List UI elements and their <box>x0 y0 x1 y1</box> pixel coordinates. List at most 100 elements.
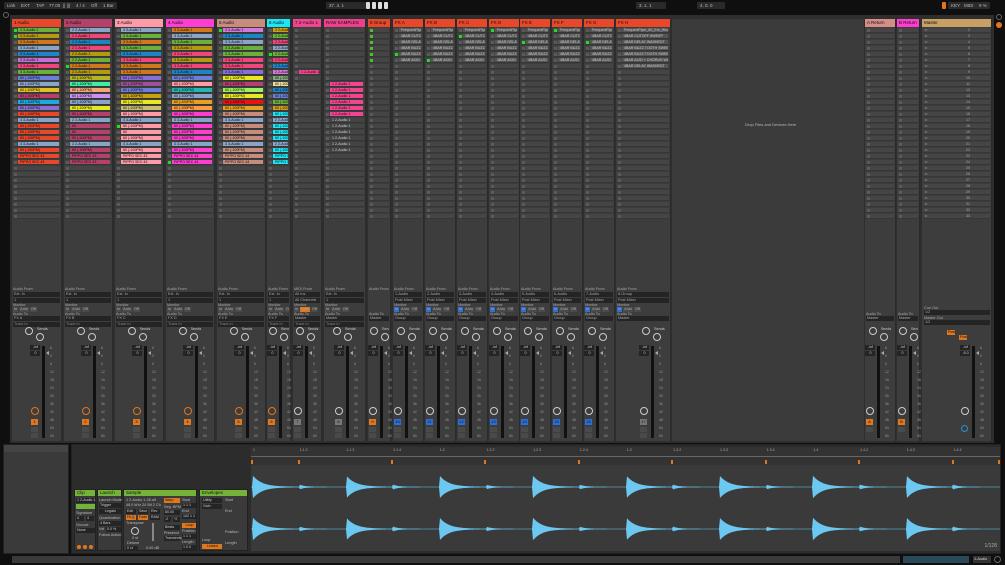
clip-slot[interactable] <box>294 52 320 58</box>
clip-slot[interactable] <box>458 124 486 130</box>
clip-slot[interactable] <box>325 52 364 58</box>
clip[interactable]: 1 2-Audio 1 <box>330 100 363 105</box>
clip[interactable]: 2 2-Audio 1 <box>70 40 110 45</box>
clip-stop-button[interactable] <box>899 137 902 140</box>
clip-stop-button[interactable] <box>370 143 373 146</box>
arm-button[interactable] <box>521 433 528 438</box>
clip[interactable]: 3 3-Audio 1 <box>121 58 161 63</box>
clip-slot[interactable] <box>369 94 389 100</box>
playing-indicator-icon[interactable] <box>459 35 462 38</box>
clip-slot[interactable]: 19 <box>923 130 990 136</box>
clip-slot[interactable]: 60 (-100PM) <box>167 94 213 100</box>
clip-slot[interactable] <box>521 118 549 124</box>
volume-fader-handle[interactable] <box>600 351 603 355</box>
volume-field[interactable]: -inf <box>393 345 403 350</box>
clip-slot[interactable]: 60 (-100PM) <box>13 76 60 82</box>
clip-slot[interactable] <box>521 166 549 172</box>
clip[interactable]: 3 3-Audio 1 <box>121 40 161 45</box>
clip-slot[interactable]: 3 3-Audio 1 <box>218 142 264 148</box>
clip-slot[interactable]: 4BAR BUZZ TOO <box>553 52 581 58</box>
volume-fader-handle[interactable] <box>536 351 539 355</box>
clip-slot[interactable] <box>898 106 918 112</box>
clip-stop-button[interactable] <box>491 89 494 92</box>
clip-slot[interactable] <box>521 136 549 142</box>
scene-launch-icon[interactable] <box>925 53 928 55</box>
arm-button[interactable] <box>640 433 647 438</box>
clip-stop-button[interactable] <box>295 101 298 104</box>
clip-stop-button[interactable] <box>326 125 329 128</box>
clip-stop-button[interactable] <box>168 215 171 218</box>
clip-slot[interactable]: 4BAR BUZZ TOO <box>553 46 581 52</box>
monitor-off-button[interactable]: Off <box>506 307 514 312</box>
clip-slot[interactable] <box>458 142 486 148</box>
monitor-in-button[interactable]: In <box>218 307 224 312</box>
clip-stop-button[interactable] <box>117 149 120 152</box>
clip-slot[interactable]: 1 2-Audio 1 <box>325 94 364 100</box>
clip-slot[interactable]: 15 <box>923 106 990 112</box>
track-activator-button[interactable]: 8 <box>335 419 342 425</box>
clip-slot[interactable] <box>585 88 613 94</box>
clip[interactable]: 2 2-Audio 1 <box>273 28 288 33</box>
clip-slot[interactable]: 3 3-Audio 1 <box>116 58 162 64</box>
clip-slot[interactable]: 3 3-Audio 1 <box>218 58 264 64</box>
clip[interactable]: 4BAR DELAY M <box>463 40 485 45</box>
clip-stop-button[interactable] <box>491 113 494 116</box>
clip-stop-button[interactable] <box>117 89 120 92</box>
clip[interactable]: 4BAR DELAY WASHEDT <box>622 64 668 69</box>
clip-slot[interactable]: 3 3-Audio 1 <box>13 70 60 76</box>
clip-slot[interactable]: 3 3-Audio 1 <box>116 142 162 148</box>
clip-slot[interactable]: 4BAR BUZZ TOO <box>490 46 518 52</box>
clip-slot[interactable] <box>369 82 389 88</box>
playing-indicator-icon[interactable] <box>219 29 222 32</box>
clip-slot[interactable] <box>490 178 518 184</box>
clip-stop-button[interactable] <box>295 53 298 56</box>
clip-stop-button[interactable] <box>459 83 462 86</box>
clip-slot[interactable] <box>521 70 549 76</box>
clip-slot[interactable]: 2 2-Audio 1 <box>268 40 289 46</box>
clip-stop-button[interactable] <box>370 203 373 206</box>
clip-stop-button[interactable] <box>219 71 222 74</box>
clip-slot[interactable] <box>553 190 581 196</box>
clip-slot[interactable]: 2 2-Audio 1 <box>65 142 111 148</box>
clip-slot[interactable] <box>866 142 894 148</box>
track-activator-button[interactable]: B <box>898 419 905 425</box>
clip-slot[interactable]: 2 2-Audio 1 <box>268 58 289 64</box>
clip-slot[interactable] <box>426 76 454 82</box>
clip-stop-button[interactable] <box>522 197 525 200</box>
clip-slot[interactable]: 2 <box>923 28 990 34</box>
clip-stop-button[interactable] <box>427 185 430 188</box>
audio-to-select[interactable]: Master <box>617 316 669 321</box>
clip-slot[interactable] <box>521 94 549 100</box>
clip-slot[interactable]: 1 2-Audio 1 <box>325 82 364 88</box>
clip-stop-button[interactable] <box>491 155 494 158</box>
clip-slot[interactable]: 4BAR BUZZ TOO <box>521 52 549 58</box>
clip-stop-button[interactable] <box>117 101 120 104</box>
clip-stop-button[interactable] <box>395 173 398 176</box>
clip-stop-button[interactable] <box>66 119 69 122</box>
clip-stop-button[interactable] <box>168 209 171 212</box>
clip-stop-button[interactable] <box>66 155 69 158</box>
track-header[interactable]: FX G <box>584 19 614 27</box>
clip-slot[interactable] <box>325 214 364 220</box>
volume-field[interactable]: -inf <box>457 345 467 350</box>
clip-slot[interactable] <box>325 46 364 52</box>
clip-stop-button[interactable] <box>395 167 398 170</box>
send-b-knob[interactable] <box>306 333 315 341</box>
clip-stop-button[interactable] <box>326 95 329 98</box>
clip-stop-button[interactable] <box>459 41 462 44</box>
clip-stop-button[interactable] <box>554 59 557 62</box>
clip-slot[interactable] <box>617 70 669 76</box>
clip-stop-button[interactable] <box>491 161 494 164</box>
clip-stop-button[interactable] <box>459 179 462 182</box>
clip-stop-button[interactable] <box>618 59 621 62</box>
clip[interactable]: 3 3-Audio 1 <box>18 142 59 147</box>
clip[interactable]: 60 (-100PM) <box>223 82 263 87</box>
clip-slot[interactable] <box>553 88 581 94</box>
clip-stop-button[interactable] <box>459 77 462 80</box>
scene-launch-icon[interactable] <box>925 209 928 211</box>
clip-stop-button[interactable] <box>395 161 398 164</box>
clip-stop-button[interactable] <box>899 125 902 128</box>
monitor-in-button[interactable]: In <box>490 307 496 312</box>
clip-slot[interactable]: 4BAR BUZZ TOO <box>585 52 613 58</box>
clip-stop-button[interactable] <box>66 143 69 146</box>
